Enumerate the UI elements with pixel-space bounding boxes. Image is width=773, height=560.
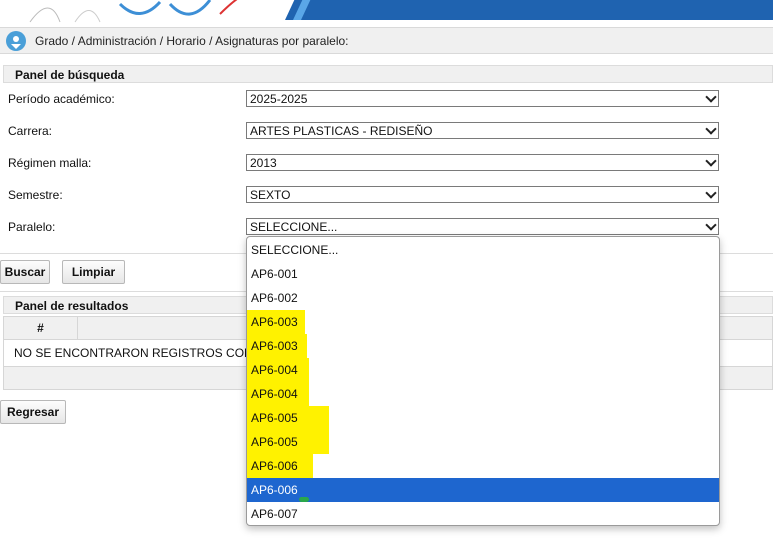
- search-button[interactable]: Buscar: [0, 260, 50, 284]
- location-pin-icon: [6, 31, 26, 51]
- option-ap6-007[interactable]: AP6-007: [247, 502, 719, 525]
- option-label: AP6-007: [251, 507, 298, 521]
- regimen-label: Régimen malla:: [8, 156, 92, 170]
- option-label: SELECCIONE...: [251, 243, 339, 257]
- header-banner: [0, 0, 773, 24]
- option-ap6-005[interactable]: AP6-005: [247, 406, 719, 430]
- search-panel-title: Panel de búsqueda: [15, 68, 125, 82]
- semester-label: Semestre:: [8, 188, 63, 202]
- option-label: AP6-005: [251, 411, 298, 425]
- empty-message: NO SE ENCONTRARON REGISTROS CON LOS: [14, 346, 281, 360]
- chevron-down-icon: [705, 91, 717, 103]
- career-label: Carrera:: [8, 124, 53, 138]
- back-button[interactable]: Regresar: [0, 400, 66, 424]
- semester-value: SEXTO: [250, 188, 291, 202]
- option-ap6-004[interactable]: AP6-004: [247, 358, 719, 382]
- option-ap6-003[interactable]: AP6-003: [247, 334, 719, 358]
- regimen-select[interactable]: 2013: [246, 154, 719, 171]
- option-ap6-004[interactable]: AP6-004: [247, 382, 719, 406]
- chevron-down-icon: [705, 219, 717, 231]
- option-ap6-003[interactable]: AP6-003: [247, 310, 719, 334]
- option-ap6-006[interactable]: AP6-006: [247, 454, 719, 478]
- clear-button[interactable]: Limpiar: [62, 260, 125, 284]
- semester-select[interactable]: SEXTO: [246, 186, 719, 203]
- option-label: AP6-006: [251, 459, 298, 473]
- search-panel-header: Panel de búsqueda: [3, 65, 773, 83]
- paralelo-dropdown-list[interactable]: SELECCIONE... AP6-001 AP6-002 AP6-003 AP…: [246, 236, 720, 526]
- option-label: AP6-003: [251, 315, 298, 329]
- period-select[interactable]: 2025-2025: [246, 90, 719, 107]
- paralelo-label: Paralelo:: [8, 220, 56, 234]
- option-seleccione[interactable]: SELECCIONE...: [247, 238, 719, 262]
- paralelo-value: SELECCIONE...: [250, 220, 338, 234]
- option-ap6-001[interactable]: AP6-001: [247, 262, 719, 286]
- breadcrumb-bar: Grado / Administración / Horario / Asign…: [0, 27, 773, 54]
- option-label: AP6-006: [251, 483, 298, 497]
- regimen-value: 2013: [250, 156, 277, 170]
- option-label: AP6-004: [251, 387, 298, 401]
- index-column-header: #: [4, 317, 78, 339]
- chevron-down-icon: [705, 155, 717, 167]
- option-label: AP6-003: [251, 339, 298, 353]
- paralelo-select[interactable]: SELECCIONE...: [246, 218, 719, 235]
- option-ap6-002[interactable]: AP6-002: [247, 286, 719, 310]
- career-select[interactable]: ARTES PLASTICAS - REDISEÑO: [246, 122, 719, 139]
- results-panel-title: Panel de resultados: [15, 299, 129, 313]
- chevron-down-icon: [705, 123, 717, 135]
- option-ap6-006-selected[interactable]: AP6-006: [247, 478, 719, 502]
- career-value: ARTES PLASTICAS - REDISEÑO: [250, 124, 433, 138]
- option-label: AP6-005: [251, 435, 298, 449]
- option-label: AP6-001: [251, 267, 298, 281]
- banner-artwork: [29, 0, 238, 23]
- breadcrumb: Grado / Administración / Horario / Asign…: [35, 34, 349, 48]
- banner-stripe: [285, 0, 773, 20]
- option-label: AP6-002: [251, 291, 298, 305]
- chevron-down-icon: [705, 187, 717, 199]
- option-label: AP6-004: [251, 363, 298, 377]
- option-ap6-005[interactable]: AP6-005: [247, 430, 719, 454]
- period-label: Período académico:: [8, 92, 115, 106]
- period-value: 2025-2025: [250, 92, 308, 106]
